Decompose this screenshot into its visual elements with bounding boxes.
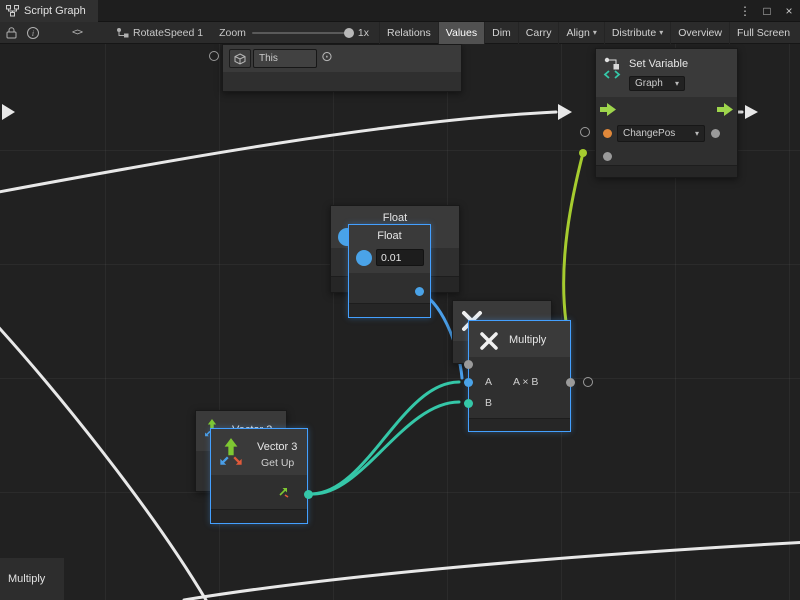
node-footer [469, 418, 570, 431]
set-variable-node[interactable]: Set Variable Graph▾ ChangePos▾ [595, 48, 738, 178]
object-type-button[interactable] [229, 49, 251, 68]
float-output-port[interactable] [415, 287, 424, 296]
input-a-port[interactable] [464, 378, 473, 387]
cube-icon [234, 53, 246, 65]
flow-input-port[interactable] [209, 51, 219, 61]
lock-button[interactable] [0, 22, 22, 44]
vector3-get-up-node[interactable]: Vector 3 Get Up [210, 428, 308, 524]
unconnected-port[interactable] [580, 127, 590, 137]
flow-output-port[interactable] [717, 103, 733, 119]
breadcrumb[interactable]: RotateSpeed 1 [116, 27, 203, 39]
input-b-port[interactable] [464, 399, 473, 408]
hovered-node-label: Multiply [0, 558, 64, 600]
float-icon [356, 250, 372, 266]
full-screen-button[interactable]: Full Screen [729, 22, 797, 44]
vector-output-icon [277, 485, 290, 501]
node-title: Vector 3 [257, 441, 297, 453]
overview-button[interactable]: Overview [670, 22, 729, 44]
input-b-label: B [485, 397, 492, 409]
output-port[interactable] [566, 378, 575, 387]
close-icon[interactable]: × [778, 4, 800, 18]
output-value-port[interactable] [711, 129, 720, 138]
maximize-icon[interactable]: □ [756, 4, 778, 18]
graph-asset-icon [116, 27, 129, 38]
chevron-down-icon: ▾ [593, 28, 597, 37]
vector-value-wire [312, 402, 459, 494]
node-title: Multiply [509, 334, 546, 346]
variable-name-port[interactable] [603, 129, 612, 138]
graph-name: RotateSpeed 1 [133, 27, 203, 39]
this-object-field[interactable]: This [253, 49, 317, 68]
node-footer [349, 303, 430, 317]
carry-button[interactable]: Carry [518, 22, 559, 44]
zoom-value: 1x [358, 27, 369, 39]
float-value-input[interactable] [376, 249, 424, 266]
this-node[interactable]: This ⊙ [222, 44, 462, 92]
toolbar-buttons: Relations Values Dim Carry Align▾ Distri… [379, 22, 797, 44]
tab-script-graph[interactable]: Script Graph [0, 0, 98, 22]
zoom-label: Zoom [219, 27, 246, 39]
vector3-icon [217, 436, 245, 471]
code-icon: <> [72, 27, 82, 38]
result-value-wire [564, 153, 583, 322]
flow-wire [184, 542, 800, 600]
distribute-dropdown[interactable]: Distribute▾ [604, 22, 670, 44]
node-footer [211, 509, 307, 523]
float-node[interactable]: Float [348, 224, 431, 318]
variable-scope-dropdown[interactable]: Graph▾ [629, 76, 685, 91]
vector-output-port[interactable] [304, 490, 313, 499]
generic-input-port[interactable] [464, 360, 473, 369]
chevron-down-icon: ▾ [675, 79, 679, 88]
values-button[interactable]: Values [438, 22, 484, 44]
input-a-label: A [485, 376, 492, 388]
zoom-slider[interactable] [252, 32, 352, 34]
this-label: This [259, 53, 278, 64]
node-subtitle: Get Up [261, 457, 294, 469]
title-bar: Script Graph ⋮ □ × [0, 0, 800, 22]
vector-value-wire [312, 382, 459, 494]
wire-end-dot [579, 149, 587, 157]
kebab-menu-icon[interactable]: ⋮ [734, 4, 756, 18]
float-value-wrap [376, 249, 424, 266]
align-dropdown[interactable]: Align▾ [558, 22, 603, 44]
zoom-control: Zoom 1x [219, 27, 369, 39]
flow-wire-arrow [745, 105, 758, 119]
node-title: Float [331, 212, 459, 224]
inspect-button[interactable]: i [22, 22, 44, 44]
edit-graph-button[interactable]: <> [66, 22, 88, 44]
chevron-down-icon: ▾ [695, 129, 699, 138]
multiply-icon [477, 329, 501, 356]
flow-wire-arrow [2, 104, 15, 120]
set-variable-icon [603, 56, 623, 83]
unconnected-output-port[interactable] [583, 377, 593, 387]
graph-canvas[interactable]: This ⊙ Set Variable Graph▾ [0, 44, 800, 600]
zoom-slider-handle[interactable] [344, 28, 354, 38]
flow-wire-arrow [558, 104, 572, 120]
target-picker-icon[interactable]: ⊙ [321, 48, 333, 65]
chevron-down-icon: ▾ [659, 28, 663, 37]
lock-icon [6, 27, 17, 39]
flow-input-port[interactable] [600, 103, 616, 119]
graph-toolbar: i <> RotateSpeed 1 Zoom 1x Relations Val… [0, 22, 800, 44]
unity-script-graph-window: Script Graph ⋮ □ × i <> RotateSpeed 1 Zo… [0, 0, 800, 600]
relations-button[interactable]: Relations [379, 22, 438, 44]
variable-name-dropdown[interactable]: ChangePos▾ [617, 125, 705, 142]
node-title: Float [349, 230, 430, 242]
dim-button[interactable]: Dim [484, 22, 518, 44]
script-graph-icon [6, 5, 19, 17]
info-icon: i [27, 27, 39, 39]
input-value-port[interactable] [603, 152, 612, 161]
multiply-node[interactable]: Multiply A A × B B [468, 320, 571, 432]
flow-wire [0, 112, 556, 194]
node-footer [596, 165, 737, 177]
node-title: Set Variable [629, 58, 688, 70]
tab-label: Script Graph [24, 5, 86, 17]
output-label: A × B [513, 376, 538, 388]
